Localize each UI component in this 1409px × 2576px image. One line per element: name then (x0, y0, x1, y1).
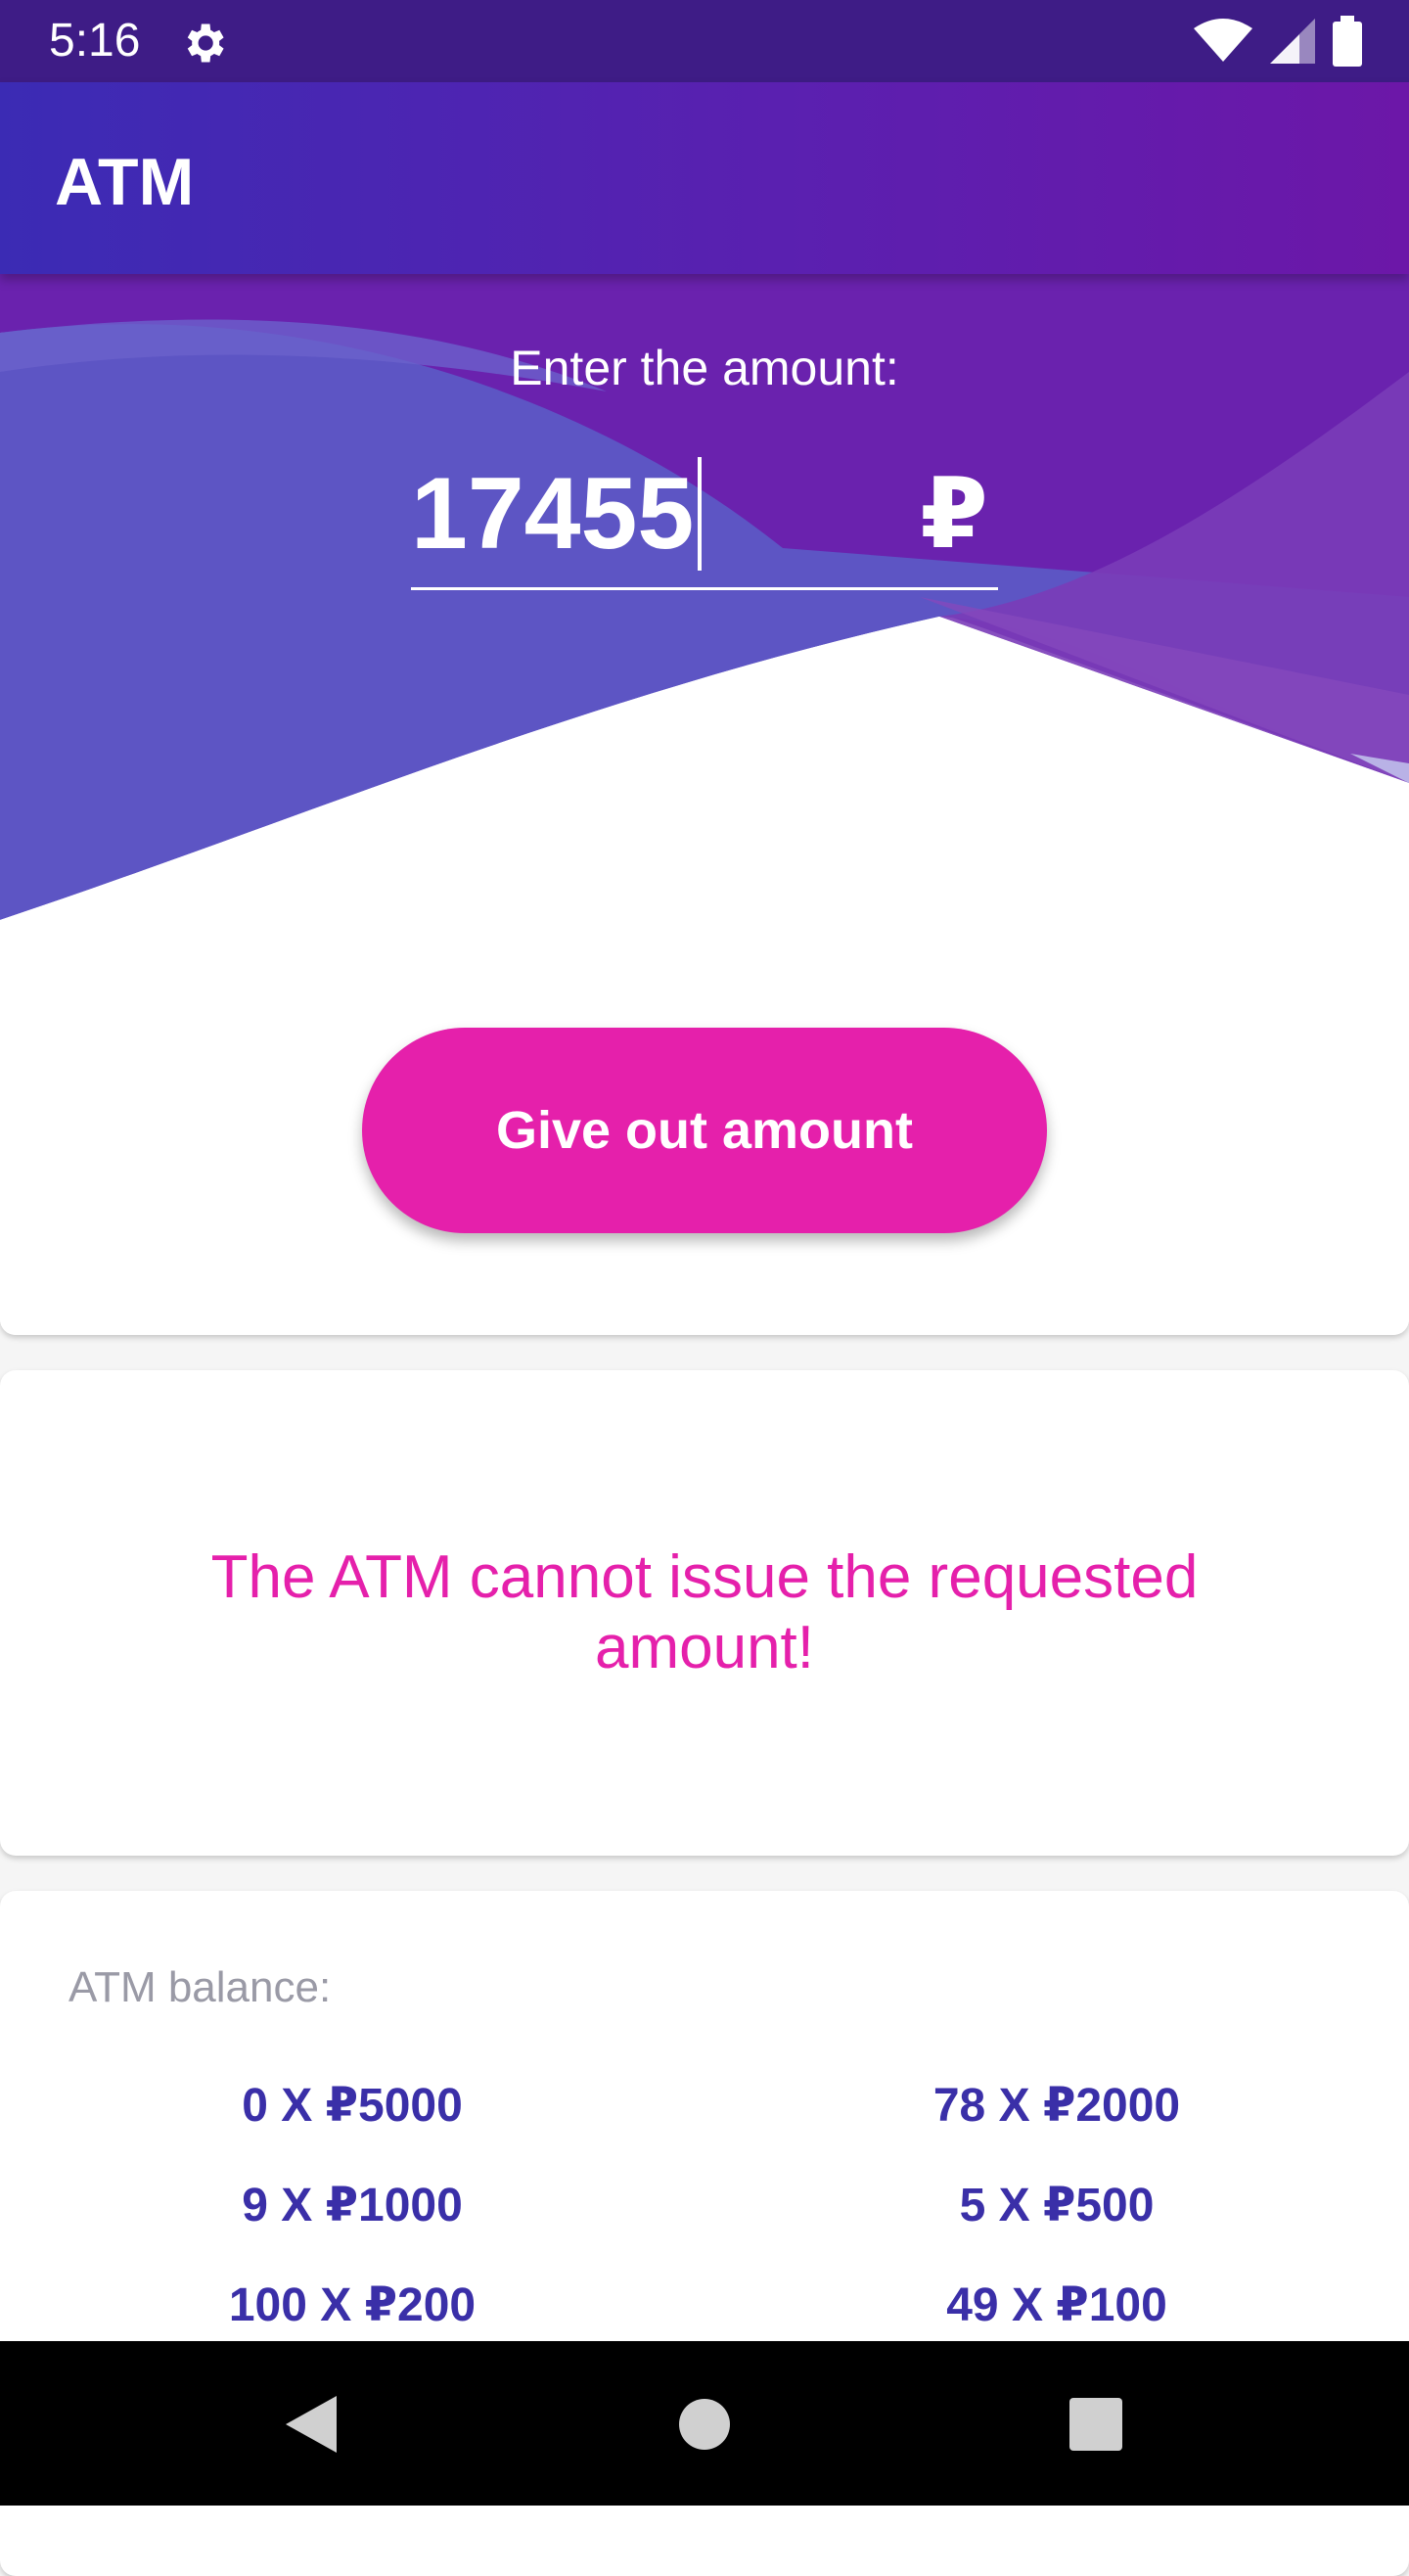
balance-item: 78 X ₽2000 (932, 2080, 1181, 2132)
navigation-bar (0, 2341, 1409, 2506)
error-message: The ATM cannot issue the requested amoun… (210, 1543, 1199, 1681)
message-card: The ATM cannot issue the requested amoun… (0, 1370, 1409, 1856)
balance-item: 9 X ₽1000 (242, 2180, 463, 2231)
currency-symbol: ₽ (920, 459, 988, 569)
balance-item: 5 X ₽500 (959, 2180, 1155, 2231)
amount-card: Enter the amount: 17455 ₽ Give out amoun… (0, 274, 1409, 1335)
status-bar: 5:16 (0, 0, 1409, 82)
recents-icon[interactable] (1062, 2390, 1130, 2459)
text-cursor (698, 457, 703, 571)
wifi-icon (1194, 19, 1252, 62)
amount-value-text: 17455 (411, 457, 695, 571)
amount-value[interactable]: 17455 (411, 440, 703, 587)
status-time: 5:16 (49, 15, 141, 67)
gear-icon (187, 23, 224, 63)
balance-label: ATM balance: (68, 1963, 332, 2011)
balance-item: 100 X ₽200 (228, 2279, 477, 2331)
back-icon[interactable] (276, 2390, 344, 2459)
signal-icon (1270, 19, 1315, 64)
status-icons (1194, 16, 1362, 67)
amount-label: Enter the amount: (510, 341, 899, 395)
balance-item: 0 X ₽5000 (242, 2080, 463, 2132)
home-icon[interactable] (670, 2390, 739, 2459)
give-out-amount-button[interactable]: Give out amount (362, 1028, 1047, 1233)
app-bar: ATM (0, 82, 1409, 274)
app-title: ATM (55, 145, 195, 219)
amount-input[interactable]: 17455 ₽ (411, 440, 998, 590)
balance-item: 49 X ₽100 (946, 2279, 1167, 2331)
battery-icon (1333, 16, 1362, 67)
